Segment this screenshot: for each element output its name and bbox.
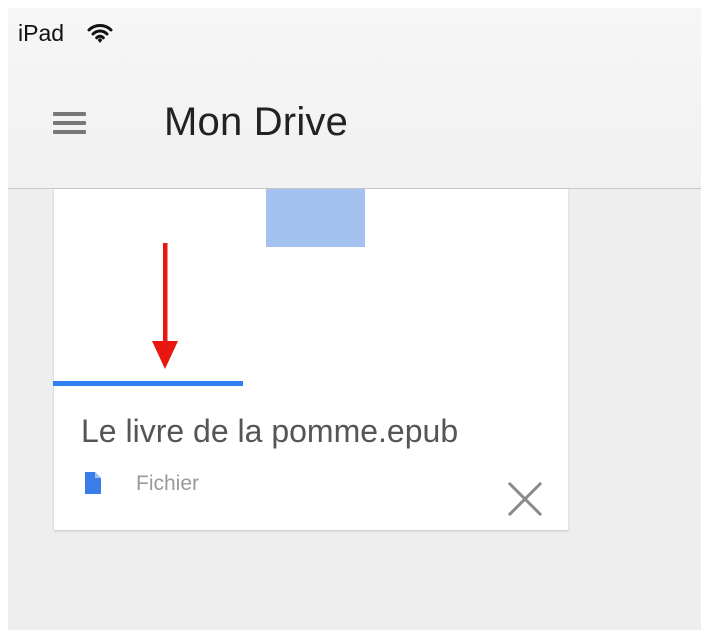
hamburger-menu-icon[interactable]: [53, 112, 89, 138]
file-name: Le livre de la pomme.epub: [81, 413, 459, 449]
status-device-name: iPad: [18, 20, 65, 46]
wifi-icon: [87, 24, 113, 43]
file-type-label: Fichier: [136, 472, 200, 495]
close-icon[interactable]: [506, 480, 544, 518]
file-thumbnail: [54, 189, 568, 383]
app-bar: iPad Mon Drive: [8, 8, 701, 189]
device-screen: iPad Mon Drive Le livre de la pomme.epub: [8, 8, 701, 630]
progress-bar: [53, 381, 243, 386]
file-card[interactable]: Le livre de la pomme.epub Fichier: [53, 189, 568, 530]
document-icon: [85, 472, 101, 494]
thumbnail-preview: [266, 189, 365, 247]
page-title: Mon Drive: [164, 100, 349, 144]
red-arrow-down-icon: [152, 243, 178, 369]
